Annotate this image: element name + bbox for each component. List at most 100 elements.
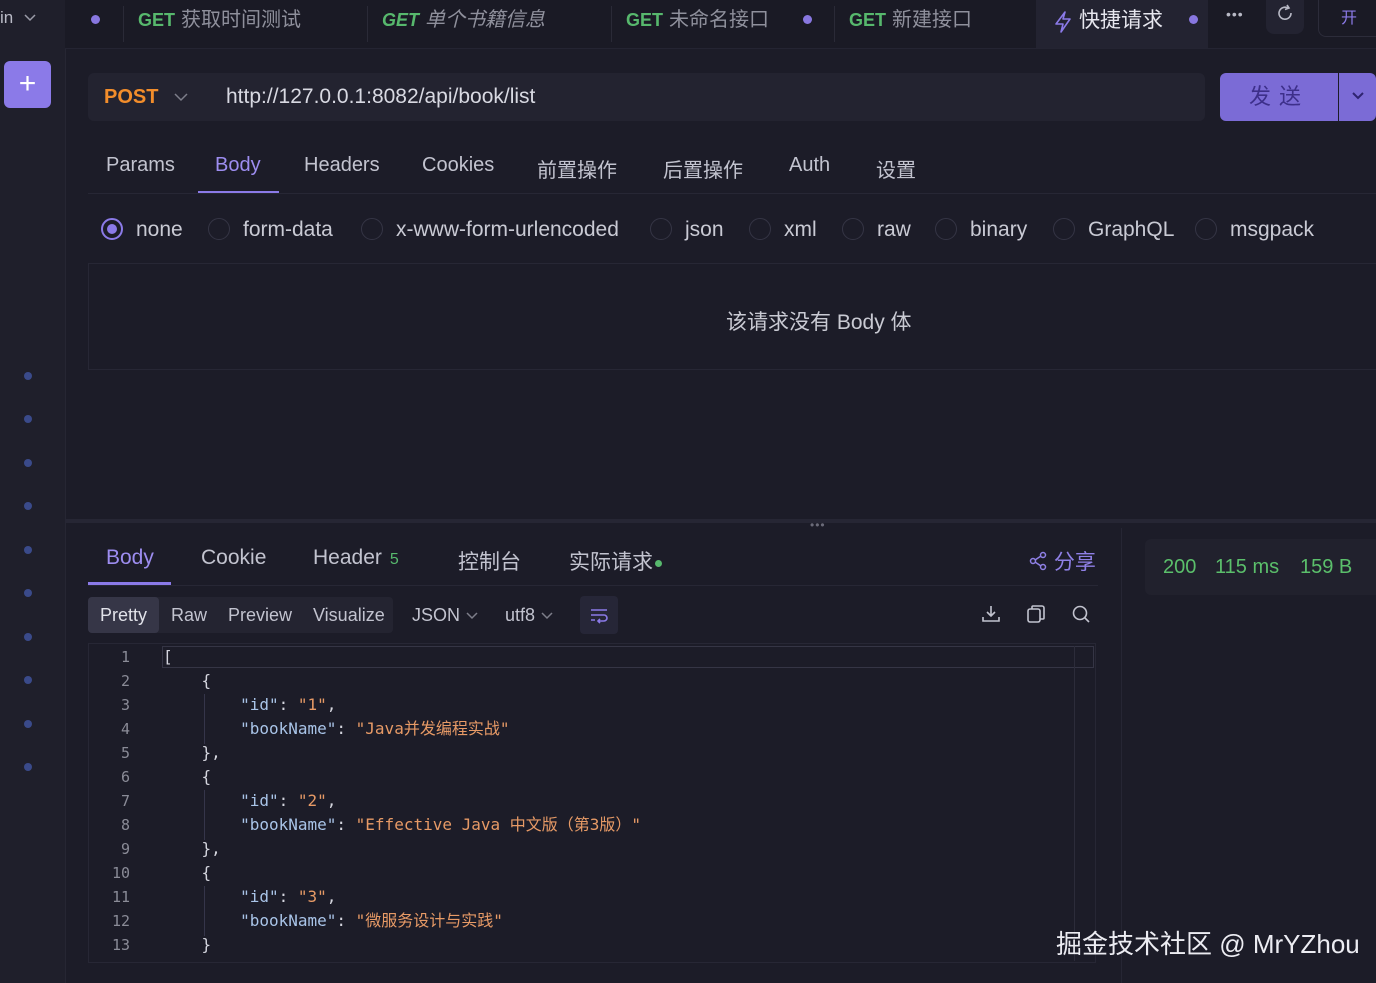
tab-auth[interactable]: Auth [789,154,830,177]
chevron-down-icon [24,14,36,22]
response-tab-console[interactable]: 控制台 [458,546,521,576]
tab-headers[interactable]: Headers [304,154,380,177]
radio-msgpack[interactable] [1195,218,1217,240]
tab-cookies[interactable]: Cookies [422,154,494,177]
tab-method: GET [849,10,887,30]
encoding-select[interactable]: utf8 [505,605,554,626]
response-tab-body[interactable]: Body [106,546,154,570]
radio-raw[interactable] [842,218,864,240]
radio-label[interactable]: json [685,218,724,242]
chevron-down-icon [1351,92,1364,100]
json-value: "Effective Java 中文版（第3版）" [355,815,642,834]
radio-graphql[interactable] [1053,218,1075,240]
response-tab-actual-request[interactable]: 实际请求 [569,546,662,576]
tab-body[interactable]: Body [215,154,261,177]
send-dropdown-button[interactable] [1339,73,1376,121]
line-number: 3 [120,696,130,714]
tab-request[interactable]: GET 获取时间测试 [138,0,301,48]
wrap-toggle-button[interactable] [580,596,618,634]
radio-form-data[interactable] [208,218,230,240]
divider [88,193,1376,194]
radio-label[interactable]: x-www-form-urlencoded [396,218,619,242]
rail-dot [24,459,32,467]
code-content: [ { "id": "1", "bookName": "Java并发编程实战" … [163,645,641,957]
search-icon[interactable] [1070,603,1092,625]
line-number: 5 [120,744,130,762]
json-key: "id" [240,887,279,906]
line-number: 8 [120,816,130,834]
code-line: } [163,935,212,954]
json-key: "bookName" [240,719,337,738]
tab-title: 快捷请求 [1079,9,1163,32]
json-key: "bookName" [240,815,337,834]
response-tab-cookie[interactable]: Cookie [201,546,266,570]
tab-method: GET [138,10,176,30]
vertical-divider [1121,528,1122,983]
share-button[interactable]: 分享 [1028,546,1096,576]
send-button[interactable]: 发送 [1220,73,1338,121]
add-button[interactable]: + [4,61,51,108]
radio-xml[interactable] [749,218,771,240]
tab-label: Header [313,546,382,569]
radio-binary[interactable] [935,218,957,240]
refresh-button[interactable] [1266,0,1304,34]
tab-post-actions[interactable]: 后置操作 [663,154,743,183]
radio-label[interactable]: GraphQL [1088,218,1174,242]
line-number: 6 [120,768,130,786]
tab-request[interactable]: GET 单个书籍信息 [382,0,545,48]
radio-label[interactable]: xml [784,218,817,242]
radio-label[interactable]: form-data [243,218,333,242]
chevron-down-icon[interactable] [173,91,189,103]
visualize-button[interactable]: Visualize [313,605,385,626]
tab-pre-actions[interactable]: 前置操作 [537,154,617,183]
method-select[interactable]: POST [104,86,158,109]
rail-dot [24,546,32,554]
radio-json[interactable] [650,218,672,240]
response-tab-header[interactable]: Header 5 [313,546,399,570]
download-icon[interactable] [980,603,1002,625]
line-number: 13 [111,936,130,954]
tab-request[interactable]: GET 未命名接口 [626,0,769,48]
line-number: 7 [120,792,130,810]
rail-dot [24,372,32,380]
json-punct: , [326,791,337,810]
radio-none[interactable] [101,218,123,240]
tab-separator [123,6,124,42]
code-line: }, [163,839,221,858]
json-value: "微服务设计与实践" [355,911,503,930]
watermark: 掘金技术社区 @ MrYZhou [1056,929,1360,959]
line-number: 12 [111,912,130,930]
radio-label[interactable]: msgpack [1230,218,1314,242]
radio-label[interactable]: raw [877,218,911,242]
empty-body-message: 该请求没有 Body 体 [726,311,912,334]
radio-urlencoded[interactable] [361,218,383,240]
radio-label[interactable]: none [136,218,183,242]
json-punct: , [326,695,337,714]
line-number: 10 [111,864,130,882]
more-tabs-button[interactable]: ••• [1226,6,1244,22]
json-punct: , [326,887,337,906]
code-line: "bookName": "Effective Java 中文版（第3版）" [240,815,642,834]
tab-settings[interactable]: 设置 [876,154,916,183]
pane-splitter[interactable] [65,519,1376,523]
tab-request[interactable]: GET 新建接口 [849,0,972,48]
wrap-lines-icon [591,609,608,624]
tab-method: GET [626,10,664,30]
workspace-switcher[interactable]: in [0,8,36,28]
copy-icon[interactable] [1025,603,1047,625]
line-number: 11 [111,888,130,906]
status-code: 200 [1163,556,1197,578]
radio-label[interactable]: binary [970,218,1027,242]
code-line: "id": "2", [240,791,337,810]
splitter-grip-icon[interactable]: ••• [810,518,826,532]
preview-button[interactable]: Preview [228,605,292,626]
share-label: 分享 [1053,551,1096,574]
rail-dot [24,633,32,641]
url-input[interactable]: http://127.0.0.1:8082/api/book/list [226,85,535,109]
pretty-label[interactable]: Pretty [100,605,147,626]
raw-button[interactable]: Raw [171,605,207,626]
json-value: "2" [297,791,327,810]
open-panel[interactable]: 开 [1318,0,1376,37]
tab-params[interactable]: Params [106,154,175,177]
format-type-select[interactable]: JSON [412,605,479,626]
